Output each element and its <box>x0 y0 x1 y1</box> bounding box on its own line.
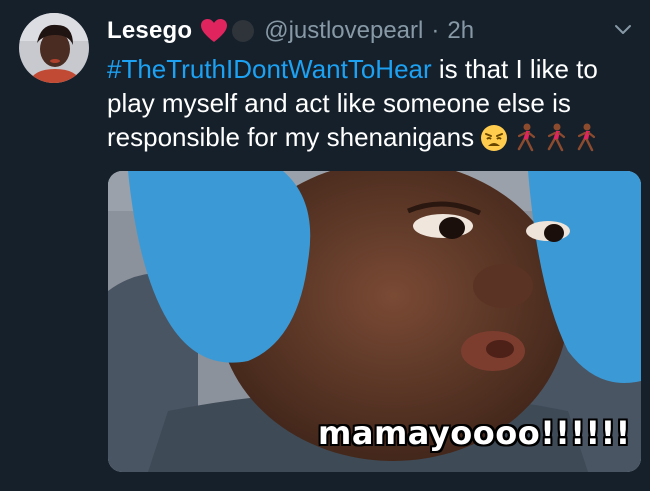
emoji-row <box>480 123 604 153</box>
running-woman-emoji <box>577 123 596 152</box>
tweet-text: #TheTruthIDontWantToHear is that I like … <box>107 52 637 154</box>
weary-face-emoji <box>481 125 508 151</box>
chevron-down-icon[interactable] <box>614 24 632 36</box>
running-woman-emoji <box>517 123 536 152</box>
meme-caption: mamayoooo!!!!!! <box>318 414 631 452</box>
display-name[interactable]: Lesego <box>107 17 192 45</box>
tweet-header: Lesego @justlovepearl · 2h <box>107 14 474 48</box>
red-heart-icon <box>200 18 228 44</box>
grey-circle-icon <box>232 20 255 42</box>
user-handle[interactable]: @justlovepearl <box>264 17 423 45</box>
hashtag-link[interactable]: #TheTruthIDontWantToHear <box>107 54 432 84</box>
tweet-media-image[interactable]: mamayoooo!!!!!! <box>108 171 641 472</box>
running-woman-emoji <box>547 123 566 152</box>
tweet-card[interactable]: Lesego @justlovepearl · 2h #TheTruthIDon… <box>0 0 650 491</box>
separator-dot: · <box>431 17 440 44</box>
timestamp[interactable]: 2h <box>447 17 474 45</box>
avatar[interactable] <box>19 13 89 83</box>
